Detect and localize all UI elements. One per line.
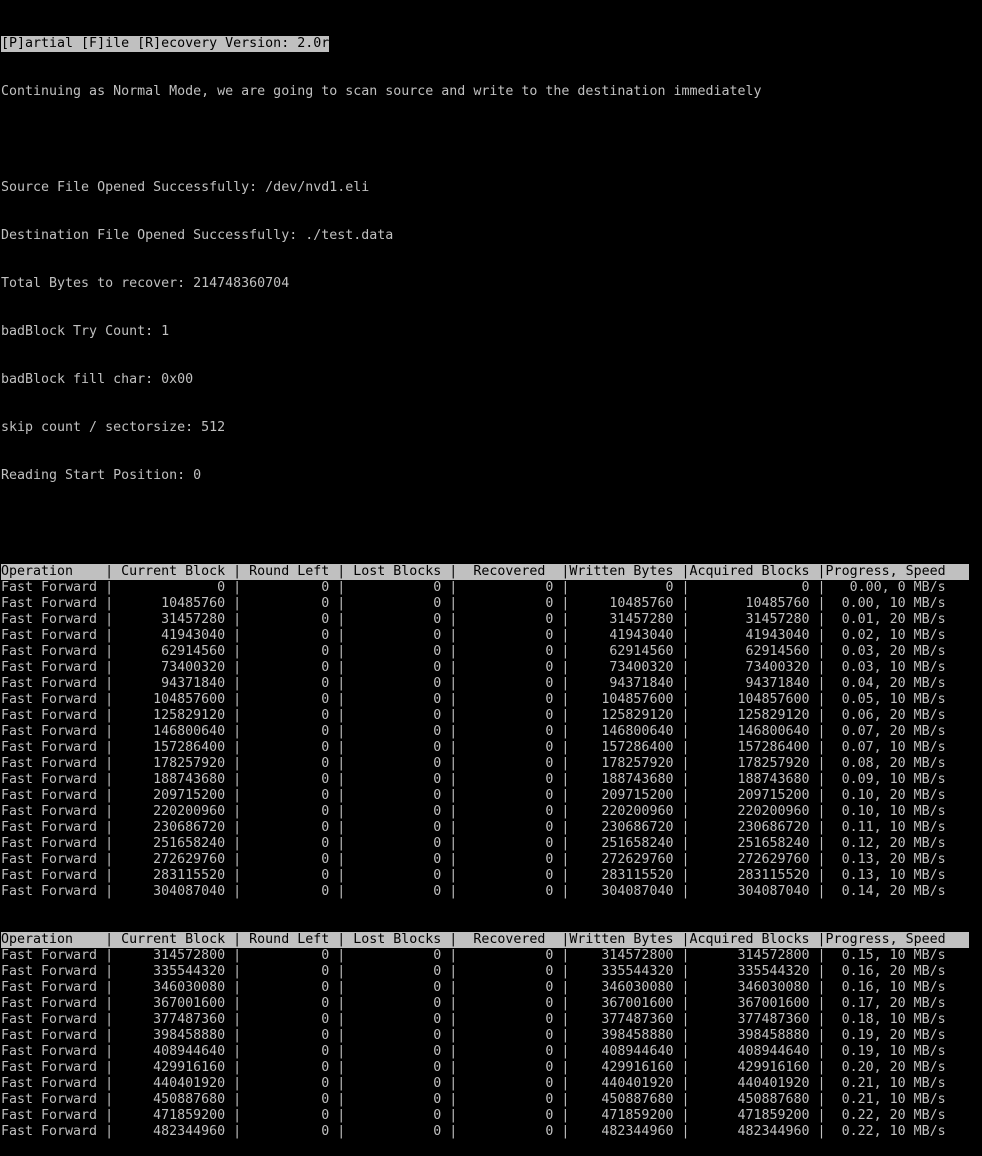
table-row: Fast Forward | 429916160 | 0 | 0 | 0 | 4…: [1, 1060, 954, 1075]
info-skip-count: skip count / sectorsize: 512: [1, 420, 226, 435]
info-start-position: Reading Start Position: 0: [1, 468, 202, 483]
table-row: Fast Forward | 125829120 | 0 | 0 | 0 | 1…: [1, 708, 954, 723]
table-header: Operation | Current Block | Round Left |…: [1, 932, 969, 948]
table-row: Fast Forward | 283115520 | 0 | 0 | 0 | 2…: [1, 868, 954, 883]
table-row: Fast Forward | 157286400 | 0 | 0 | 0 | 1…: [1, 740, 954, 755]
info-badblock-fill: badBlock fill char: 0x00: [1, 372, 194, 387]
table-row: Fast Forward | 272629760 | 0 | 0 | 0 | 2…: [1, 852, 954, 867]
table-row: Fast Forward | 346030080 | 0 | 0 | 0 | 3…: [1, 980, 954, 995]
info-source: Source File Opened Successfully: /dev/nv…: [1, 180, 370, 195]
table-row: Fast Forward | 335544320 | 0 | 0 | 0 | 3…: [1, 964, 954, 979]
table-row: Fast Forward | 41943040 | 0 | 0 | 0 | 41…: [1, 628, 954, 643]
mode-line: Continuing as Normal Mode, we are going …: [1, 84, 762, 99]
table-row: Fast Forward | 220200960 | 0 | 0 | 0 | 2…: [1, 804, 954, 819]
table-row: Fast Forward | 178257920 | 0 | 0 | 0 | 1…: [1, 756, 954, 771]
table-row: Fast Forward | 377487360 | 0 | 0 | 0 | 3…: [1, 1012, 954, 1027]
table-header: Operation | Current Block | Round Left |…: [1, 564, 969, 580]
table-row: Fast Forward | 440401920 | 0 | 0 | 0 | 4…: [1, 1076, 954, 1091]
table-row: Fast Forward | 188743680 | 0 | 0 | 0 | 1…: [1, 772, 954, 787]
table-row: Fast Forward | 104857600 | 0 | 0 | 0 | 1…: [1, 692, 954, 707]
table-row: Fast Forward | 251658240 | 0 | 0 | 0 | 2…: [1, 836, 954, 851]
table-row: Fast Forward | 230686720 | 0 | 0 | 0 | 2…: [1, 820, 954, 835]
terminal-output[interactable]: [P]artial [F]ile [R]ecovery Version: 2.0…: [1, 4, 969, 1156]
app-title: [P]artial [F]ile [R]ecovery Version: 2.0…: [1, 36, 330, 52]
table-row: Fast Forward | 450887680 | 0 | 0 | 0 | 4…: [1, 1092, 954, 1107]
table-row: Fast Forward | 10485760 | 0 | 0 | 0 | 10…: [1, 596, 954, 611]
table-row: Fast Forward | 31457280 | 0 | 0 | 0 | 31…: [1, 612, 954, 627]
progress-table-1: Operation | Current Block | Round Left |…: [1, 564, 969, 900]
table-row: Fast Forward | 398458880 | 0 | 0 | 0 | 3…: [1, 1028, 954, 1043]
table-row: Fast Forward | 408944640 | 0 | 0 | 0 | 4…: [1, 1044, 954, 1059]
info-total-bytes: Total Bytes to recover: 214748360704: [1, 276, 290, 291]
title-line: [P]artial [F]ile [R]ecovery Version: 2.0…: [1, 36, 969, 52]
table-row: Fast Forward | 471859200 | 0 | 0 | 0 | 4…: [1, 1108, 954, 1123]
table-row: Fast Forward | 482344960 | 0 | 0 | 0 | 4…: [1, 1124, 954, 1139]
table-row: Fast Forward | 94371840 | 0 | 0 | 0 | 94…: [1, 676, 954, 691]
table-row: Fast Forward | 62914560 | 0 | 0 | 0 | 62…: [1, 644, 954, 659]
table-row: Fast Forward | 0 | 0 | 0 | 0 | 0 | 0 | 0…: [1, 580, 954, 595]
info-destination: Destination File Opened Successfully: ./…: [1, 228, 394, 243]
table-row: Fast Forward | 209715200 | 0 | 0 | 0 | 2…: [1, 788, 954, 803]
info-badblock-try: badBlock Try Count: 1: [1, 324, 170, 339]
table-row: Fast Forward | 314572800 | 0 | 0 | 0 | 3…: [1, 948, 954, 963]
table-row: Fast Forward | 146800640 | 0 | 0 | 0 | 1…: [1, 724, 954, 739]
table-row: Fast Forward | 367001600 | 0 | 0 | 0 | 3…: [1, 996, 954, 1011]
table-row: Fast Forward | 304087040 | 0 | 0 | 0 | 3…: [1, 884, 954, 899]
progress-table-2: Operation | Current Block | Round Left |…: [1, 932, 969, 1140]
table-row: Fast Forward | 73400320 | 0 | 0 | 0 | 73…: [1, 660, 954, 675]
